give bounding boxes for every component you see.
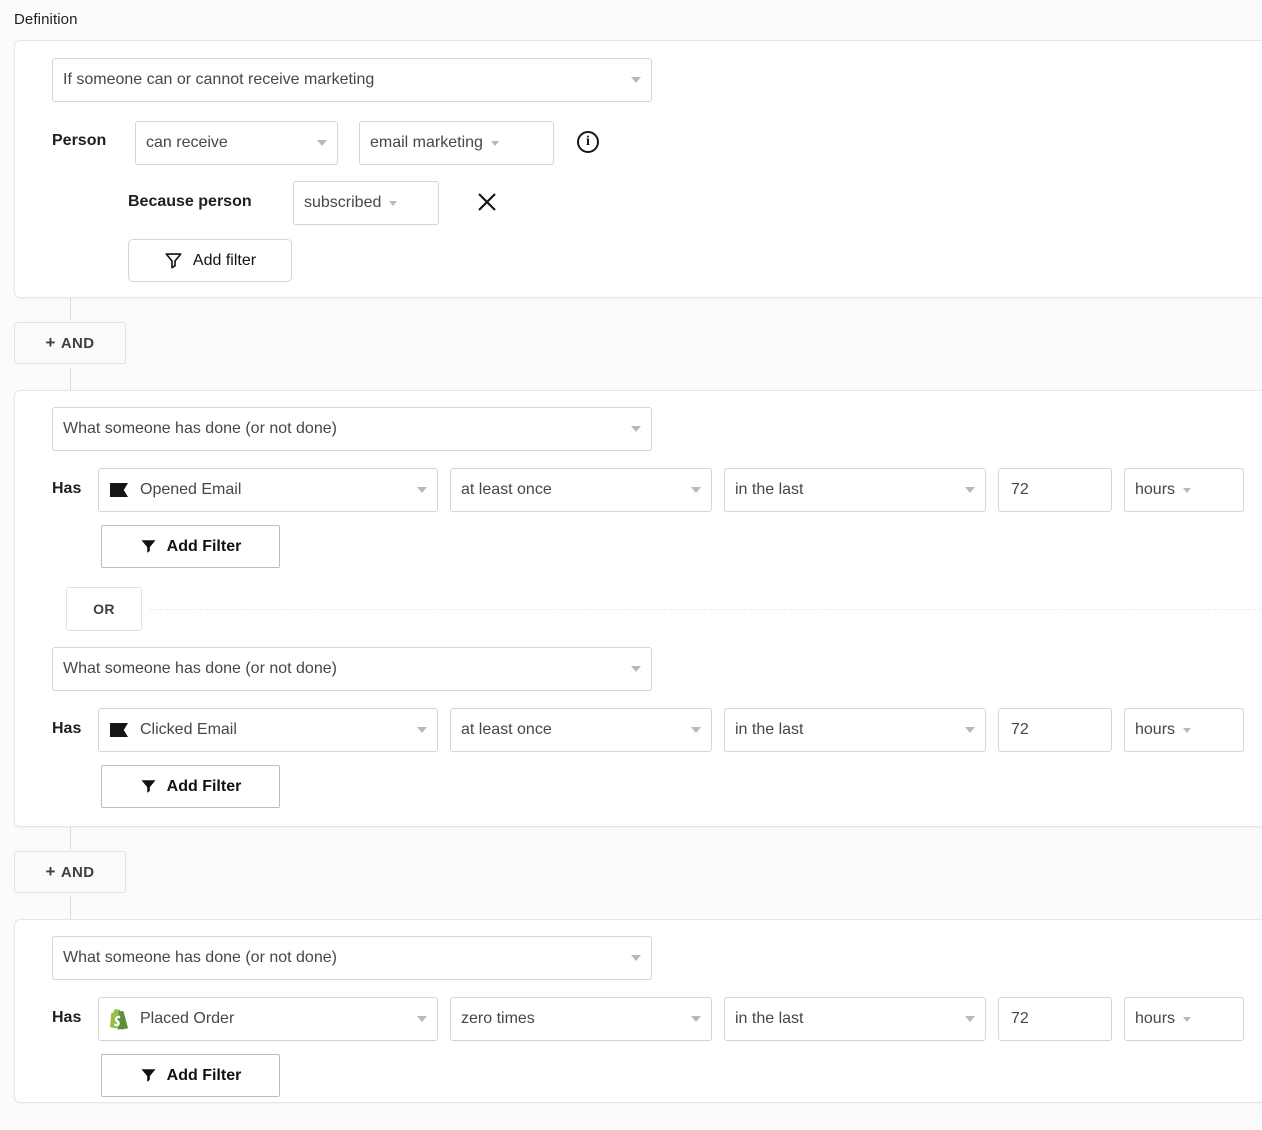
- email-flag-icon: [109, 720, 131, 740]
- metric-select-placed-order[interactable]: Placed Order: [98, 997, 438, 1041]
- group-type-select-2[interactable]: What someone has done (or not done): [52, 407, 652, 451]
- consent-status-select[interactable]: can receive: [135, 121, 338, 165]
- connector-line: [70, 896, 71, 920]
- chevron-down-icon: [965, 1016, 975, 1022]
- add-filter-label: Add Filter: [166, 537, 242, 555]
- and-label: AND: [60, 863, 95, 881]
- chevron-down-icon: [317, 140, 327, 146]
- has-row-label-b: Has: [52, 720, 82, 737]
- chevron-down-icon: [490, 140, 499, 146]
- info-icon[interactable]: i: [577, 131, 599, 153]
- condition-group-card-1: If someone can or cannot receive marketi…: [14, 40, 1262, 298]
- metric-select-opened-email[interactable]: Opened Email: [98, 468, 438, 512]
- or-divider-line: [150, 609, 1262, 610]
- or-operator-button[interactable]: OR: [66, 587, 142, 631]
- marketing-channel-select[interactable]: email marketing: [359, 121, 554, 165]
- unit-select-a[interactable]: hours: [1124, 468, 1244, 512]
- chevron-down-icon: [631, 955, 641, 961]
- timeframe-select-b[interactable]: in the last: [724, 708, 986, 752]
- person-row-label: Person: [52, 132, 107, 149]
- add-filter-button-2[interactable]: Add Filter: [101, 525, 280, 568]
- group-type-select-4[interactable]: What someone has done (or not done): [52, 936, 652, 980]
- page-title: Definition: [14, 11, 78, 28]
- or-label: OR: [93, 601, 115, 617]
- chevron-down-icon: [1183, 487, 1192, 493]
- filter-solid-icon: [140, 538, 157, 555]
- amount-input-c[interactable]: [998, 997, 1112, 1041]
- chevron-down-icon: [965, 487, 975, 493]
- unit-select-c[interactable]: hours: [1124, 997, 1244, 1041]
- add-and-group-button-1[interactable]: + AND: [14, 322, 126, 364]
- condition-group-card-3: What someone has done (or not done) Has …: [14, 919, 1262, 1103]
- chevron-down-icon: [631, 77, 641, 83]
- chevron-down-icon: [1183, 727, 1192, 733]
- chevron-down-icon: [965, 727, 975, 733]
- frequency-select-b[interactable]: at least once: [450, 708, 712, 752]
- condition-group-card-2: What someone has done (or not done) Has …: [14, 390, 1262, 827]
- and-label: AND: [60, 334, 95, 352]
- reason-value-select[interactable]: subscribed: [293, 181, 439, 225]
- frequency-select-a[interactable]: at least once: [450, 468, 712, 512]
- chevron-down-icon: [417, 1016, 427, 1022]
- chevron-down-icon: [691, 487, 701, 493]
- chevron-down-icon: [691, 1016, 701, 1022]
- segment-definition-page: Definition If someone can or cannot rece…: [0, 0, 1262, 1130]
- has-row-label-c: Has: [52, 1009, 82, 1026]
- add-and-group-button-2[interactable]: + AND: [14, 851, 126, 893]
- shopify-icon: [109, 1008, 131, 1029]
- add-filter-label: Add Filter: [166, 1066, 242, 1084]
- connector-line: [70, 368, 71, 391]
- group-type-select-3[interactable]: What someone has done (or not done): [52, 647, 652, 691]
- plus-icon: +: [45, 861, 56, 881]
- chevron-down-icon: [1183, 1016, 1192, 1022]
- amount-input-a[interactable]: [998, 468, 1112, 512]
- amount-input-b[interactable]: [998, 708, 1112, 752]
- frequency-select-c[interactable]: zero times: [450, 997, 712, 1041]
- remove-reason-button[interactable]: [474, 189, 500, 215]
- chevron-down-icon: [417, 727, 427, 733]
- connector-line: [70, 827, 71, 850]
- chevron-down-icon: [631, 666, 641, 672]
- connector-line: [70, 298, 71, 321]
- metric-select-clicked-email[interactable]: Clicked Email: [98, 708, 438, 752]
- add-filter-label: Add Filter: [166, 777, 242, 795]
- has-row-label-a: Has: [52, 480, 82, 497]
- filter-solid-icon: [140, 1067, 157, 1084]
- add-filter-button-4[interactable]: Add Filter: [101, 1054, 280, 1097]
- chevron-down-icon: [631, 426, 641, 432]
- filter-solid-icon: [140, 778, 157, 795]
- chevron-down-icon: [389, 200, 398, 206]
- email-flag-icon: [109, 480, 131, 500]
- timeframe-select-a[interactable]: in the last: [724, 468, 986, 512]
- chevron-down-icon: [691, 727, 701, 733]
- timeframe-select-c[interactable]: in the last: [724, 997, 986, 1041]
- unit-select-b[interactable]: hours: [1124, 708, 1244, 752]
- filter-outline-icon: [164, 251, 183, 270]
- add-filter-button-3[interactable]: Add Filter: [101, 765, 280, 808]
- plus-icon: +: [45, 332, 56, 352]
- reason-row-label: Because person: [128, 193, 252, 210]
- add-filter-label: Add filter: [192, 251, 257, 269]
- group-type-select-1[interactable]: If someone can or cannot receive marketi…: [52, 58, 652, 102]
- chevron-down-icon: [417, 487, 427, 493]
- add-filter-button-1[interactable]: Add filter: [128, 239, 292, 282]
